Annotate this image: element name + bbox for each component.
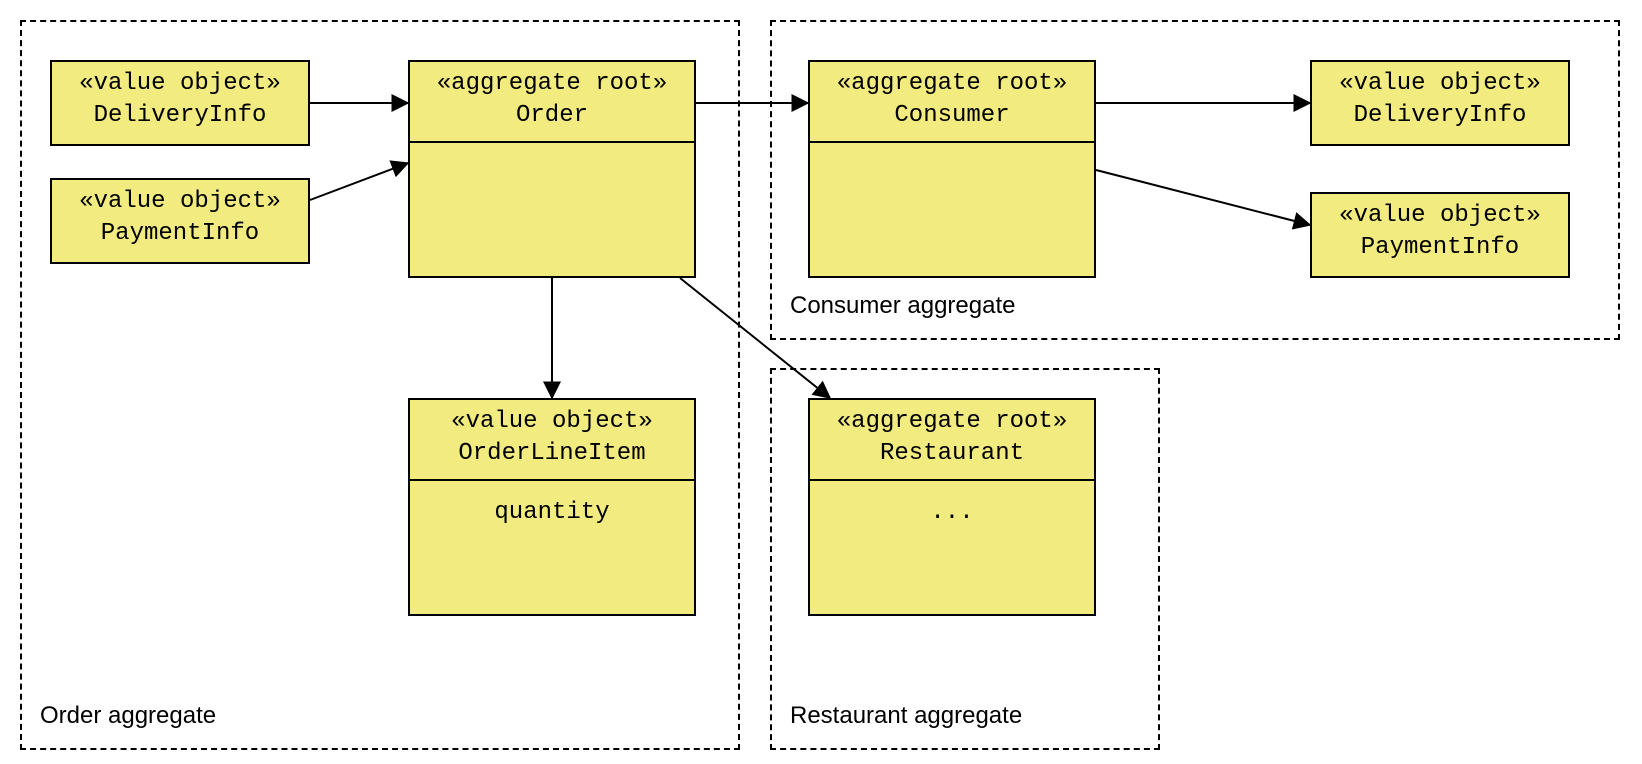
class-name: PaymentInfo — [56, 218, 304, 250]
stereotype-label: «value object» — [56, 68, 304, 100]
delivery-info-box-2: «value object» DeliveryInfo — [1310, 60, 1570, 146]
payment-info-box-2: «value object» PaymentInfo — [1310, 192, 1570, 278]
stereotype-label: «value object» — [56, 186, 304, 218]
stereotype-label: «value object» — [1316, 68, 1564, 100]
class-name: Order — [414, 100, 690, 132]
order-aggregate-label: Order aggregate — [40, 702, 216, 730]
restaurant-aggregate-label: Restaurant aggregate — [790, 702, 1022, 730]
payment-info-box: «value object» PaymentInfo — [50, 178, 310, 264]
class-name: OrderLineItem — [414, 438, 690, 470]
stereotype-label: «value object» — [414, 406, 690, 438]
class-name: DeliveryInfo — [1316, 100, 1564, 132]
delivery-info-box: «value object» DeliveryInfo — [50, 60, 310, 146]
stereotype-label: «aggregate root» — [814, 68, 1090, 100]
consumer-aggregate-label: Consumer aggregate — [790, 292, 1015, 320]
order-box: «aggregate root» Order — [408, 60, 696, 278]
stereotype-label: «aggregate root» — [414, 68, 690, 100]
diagram-canvas: Order aggregate Consumer aggregate Resta… — [0, 0, 1642, 764]
stereotype-label: «aggregate root» — [814, 406, 1090, 438]
class-name: PaymentInfo — [1316, 232, 1564, 264]
attribute-label: ... — [810, 481, 1094, 526]
order-line-item-box: «value object» OrderLineItem quantity — [408, 398, 696, 616]
stereotype-label: «value object» — [1316, 200, 1564, 232]
class-name: Consumer — [814, 100, 1090, 132]
restaurant-box: «aggregate root» Restaurant ... — [808, 398, 1096, 616]
consumer-box: «aggregate root» Consumer — [808, 60, 1096, 278]
class-name: DeliveryInfo — [56, 100, 304, 132]
attribute-label: quantity — [410, 481, 694, 526]
class-name: Restaurant — [814, 438, 1090, 470]
